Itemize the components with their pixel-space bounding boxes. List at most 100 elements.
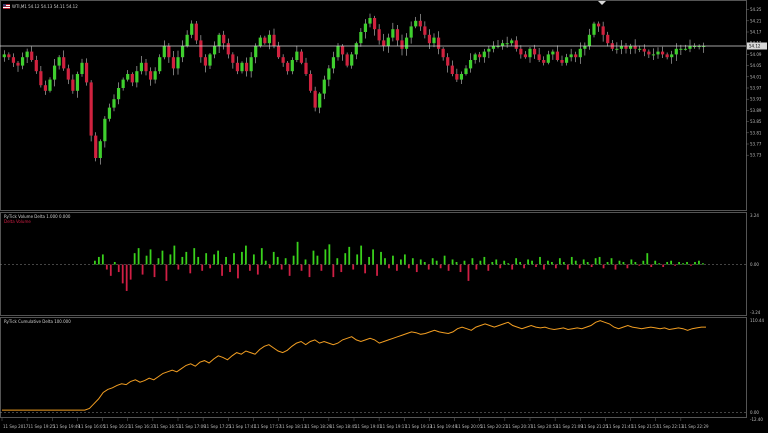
delta-bar <box>427 264 430 270</box>
time-tick-label: 11 Sep 21:57 <box>632 424 659 429</box>
time-tick-label: 11 Sep 20:53 <box>531 424 558 429</box>
delta-bar <box>256 264 259 275</box>
delta-bar <box>702 263 704 265</box>
delta-bar <box>336 258 339 265</box>
candle-body <box>267 34 272 44</box>
candle-body <box>286 62 290 72</box>
delta-bar <box>467 264 470 281</box>
delta-bar <box>419 259 422 265</box>
price-ytick-label: 53.93 <box>750 97 762 102</box>
delta-bar <box>527 259 529 265</box>
delta-bar <box>312 250 315 265</box>
candle-body <box>258 37 262 46</box>
candle-body <box>436 37 441 49</box>
delta-bar <box>320 264 323 271</box>
candle-body <box>304 62 308 74</box>
candle-body <box>596 23 601 27</box>
delta-bar <box>447 264 450 271</box>
candle-body <box>455 74 459 80</box>
time-tick-label: 11 Sep 18:29 <box>305 424 332 429</box>
candle-body <box>226 43 230 55</box>
delta-bar <box>137 248 140 265</box>
candle-body <box>107 107 112 119</box>
time-tick-label: 11 Sep 16:37 <box>129 424 156 429</box>
candle-body <box>34 60 38 72</box>
candle-body <box>43 85 48 91</box>
candle-body <box>272 34 276 46</box>
delta-bar <box>507 263 510 265</box>
candle-body <box>601 26 605 35</box>
candle-body <box>48 79 52 91</box>
delta-bar <box>495 259 498 265</box>
candle-body <box>281 57 285 63</box>
candle-body <box>158 57 162 72</box>
candle-body <box>350 54 354 66</box>
current-price-tag: 54.12 <box>747 42 767 50</box>
delta-bar <box>483 256 486 265</box>
candle-body <box>336 46 340 58</box>
delta-ytick-top: 3.24 <box>750 213 759 218</box>
delta-bar <box>658 263 661 265</box>
time-tick-label: 11 Sep 19:25 <box>28 424 55 429</box>
delta-bar <box>141 264 144 275</box>
delta-bar <box>193 248 196 265</box>
delta-bar <box>324 249 327 265</box>
delta-bar <box>543 264 545 270</box>
candle-body <box>592 23 596 35</box>
candle-body <box>647 51 651 55</box>
delta-bar <box>248 264 251 271</box>
delta-bar <box>316 255 319 265</box>
candle-body <box>423 26 427 35</box>
candle-body <box>295 51 299 60</box>
delta-bar <box>185 251 188 265</box>
delta-bar <box>666 261 669 265</box>
delta-bar <box>606 261 609 265</box>
delta-bar <box>423 261 426 265</box>
delta-bar <box>308 264 311 278</box>
time-tick-label: 11 Sep 19:17 <box>380 424 407 429</box>
candle-body <box>30 51 34 60</box>
delta-bar <box>491 261 494 265</box>
candle-body <box>427 34 432 44</box>
delta-bar <box>364 264 367 274</box>
candle-body <box>459 74 464 80</box>
delta-bar <box>594 258 597 265</box>
candle-body <box>628 46 633 49</box>
delta-bar <box>511 264 514 270</box>
delta-bar <box>630 259 633 265</box>
delta-bar <box>101 254 104 265</box>
candle-body <box>363 23 368 32</box>
delta-bar <box>562 261 565 265</box>
candle-body <box>359 32 363 44</box>
candle-body <box>432 37 436 44</box>
us-flag-icon <box>3 4 10 9</box>
delta-bar <box>340 264 343 273</box>
candle-body <box>52 65 57 80</box>
delta-bar <box>499 264 502 269</box>
delta-bar <box>431 258 434 265</box>
delta-bar <box>650 264 653 268</box>
candle-body <box>153 71 157 80</box>
time-tick-label: 11 Sep 17:09 <box>179 424 206 429</box>
delta-bar <box>189 264 192 274</box>
candle-body <box>683 48 688 50</box>
candle-body <box>240 62 244 72</box>
delta-bar <box>153 264 156 278</box>
delta-bar <box>694 261 696 265</box>
delta-bar <box>300 264 303 271</box>
candle-body <box>528 48 532 58</box>
delta-bar <box>264 260 267 265</box>
candle-body <box>203 57 208 66</box>
time-tick-label: 11 Sep 19:49 <box>53 424 80 429</box>
delta-bar <box>539 256 541 265</box>
delta-bar <box>268 264 271 269</box>
delta-bar <box>288 264 291 276</box>
time-tick-label: 11 Sep 17:41 <box>229 424 256 429</box>
delta-bar <box>205 253 208 265</box>
candle-body <box>624 46 628 49</box>
delta-bar <box>237 264 239 279</box>
delta-bar <box>610 258 613 265</box>
candle-body <box>583 46 587 49</box>
price-ytick-label: 53.77 <box>750 142 762 147</box>
delta-bar <box>372 249 374 265</box>
